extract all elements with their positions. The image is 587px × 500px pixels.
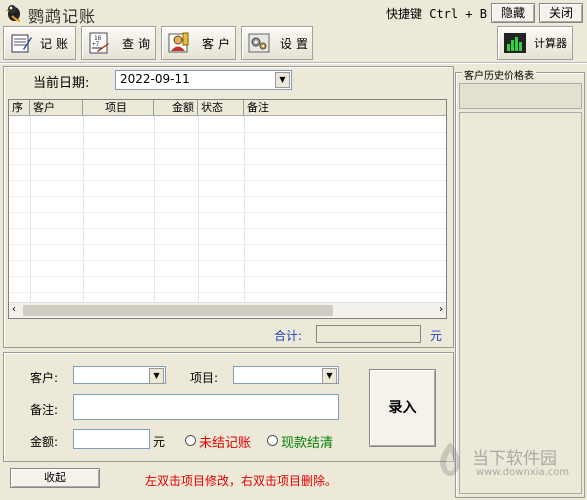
grid-line <box>9 196 446 197</box>
total-label: 合计: <box>274 329 303 343</box>
date-value: 2022-09-11 <box>120 72 190 86</box>
hotkey-text: 快捷键 Ctrl + B <box>386 7 488 21</box>
customer-icon <box>166 30 192 56</box>
note-input[interactable] <box>73 394 339 420</box>
column-header-status[interactable]: 状态 <box>198 100 244 115</box>
history-list[interactable] <box>459 112 582 494</box>
grid-line <box>9 164 446 165</box>
item-label: 项目: <box>190 371 219 385</box>
toolbar-ledger-label: 记账 <box>40 36 73 51</box>
radio-unsettled[interactable] <box>185 435 196 446</box>
column-header-note[interactable]: 备注 <box>244 100 446 115</box>
close-button[interactable]: 关闭 <box>539 3 583 23</box>
amount-unit: 元 <box>153 435 166 449</box>
toolbar-settings-button[interactable]: 设置 <box>241 26 313 60</box>
column-header-amount[interactable]: 金额 <box>154 100 198 115</box>
collapse-button[interactable]: 收起 <box>10 468 100 488</box>
table-header: 序 客户 项目 金额 状态 备注 <box>9 100 446 116</box>
date-label: 当前日期: <box>33 76 90 91</box>
toolbar-query-label: 查询 <box>122 36 155 51</box>
date-picker[interactable]: 2022-09-11 ▼ <box>115 70 292 90</box>
toolbar-customer-button[interactable]: 客户 <box>161 26 236 60</box>
column-header-index[interactable]: 序 <box>9 100 30 115</box>
column-header-customer[interactable]: 客户 <box>30 100 83 115</box>
toolbar-ledger-button[interactable]: 记账 <box>3 26 76 60</box>
submit-button[interactable]: 录入 <box>369 369 436 447</box>
history-header <box>459 83 582 109</box>
calculator-sheet-icon: 16 +7 <box>86 30 112 56</box>
customer-label: 客户: <box>30 371 59 385</box>
grid-line <box>9 260 446 261</box>
radio-cash-label[interactable]: 现款结清 <box>281 432 333 451</box>
grid-line <box>9 180 446 181</box>
svg-text:+7: +7 <box>92 41 100 48</box>
hide-button[interactable]: 隐藏 <box>491 3 535 23</box>
chevron-down-icon[interactable]: ▼ <box>149 368 164 384</box>
grid-line <box>30 116 31 303</box>
bar-chart-icon <box>502 30 528 56</box>
total-unit: 元 <box>430 329 443 343</box>
grid-line <box>198 116 199 303</box>
watermark-url: www.downxia.com <box>476 467 570 478</box>
grid-line <box>244 116 245 303</box>
toolbar-settings-label: 设置 <box>280 36 313 51</box>
ledger-icon <box>8 30 34 56</box>
amount-input[interactable] <box>73 429 150 449</box>
watermark-brand: 当下软件园 <box>472 449 557 469</box>
parrot-logo-icon <box>4 2 24 22</box>
amount-label: 金额: <box>30 435 59 449</box>
grid-line <box>83 116 84 303</box>
column-header-item[interactable]: 项目 <box>83 100 154 115</box>
grid-line <box>9 228 446 229</box>
downxia-logo-icon <box>432 440 468 480</box>
radio-unsettled-label[interactable]: 未结记账 <box>199 432 251 451</box>
grid-line <box>9 292 446 293</box>
grid-line <box>154 116 155 303</box>
hint-text: 左双击项目修改，右双击项目删除。 <box>145 474 338 488</box>
customer-select[interactable]: ▼ <box>73 366 166 384</box>
scroll-left-icon[interactable]: ‹ <box>12 304 16 315</box>
grid-line <box>9 148 446 149</box>
horizontal-scrollbar[interactable]: ‹ › <box>9 302 446 318</box>
app-title: 鹦鹉记账 <box>28 7 97 26</box>
scroll-right-icon[interactable]: › <box>439 304 443 315</box>
toolbar-customer-label: 客户 <box>202 36 235 51</box>
calculator-button[interactable]: 计算器 <box>497 26 573 60</box>
toolbar-divider-highlight <box>0 63 587 64</box>
calculator-label: 计算器 <box>534 37 567 50</box>
gear-icon <box>246 30 272 56</box>
note-label: 备注: <box>30 403 59 417</box>
history-title: 客户历史价格表 <box>462 67 536 82</box>
item-select[interactable]: ▼ <box>233 366 339 384</box>
scrollbar-thumb[interactable] <box>23 305 333 316</box>
chevron-down-icon[interactable]: ▼ <box>275 72 290 88</box>
grid-line <box>9 244 446 245</box>
total-value-field <box>316 325 421 343</box>
grid-line <box>9 212 446 213</box>
records-table[interactable]: 序 客户 项目 金额 状态 备注 ‹ › <box>8 99 447 319</box>
radio-cash[interactable] <box>267 435 278 446</box>
grid-line <box>9 276 446 277</box>
grid-line <box>9 132 446 133</box>
chevron-down-icon[interactable]: ▼ <box>322 368 337 384</box>
toolbar-query-button[interactable]: 16 +7 查询 <box>81 26 156 60</box>
